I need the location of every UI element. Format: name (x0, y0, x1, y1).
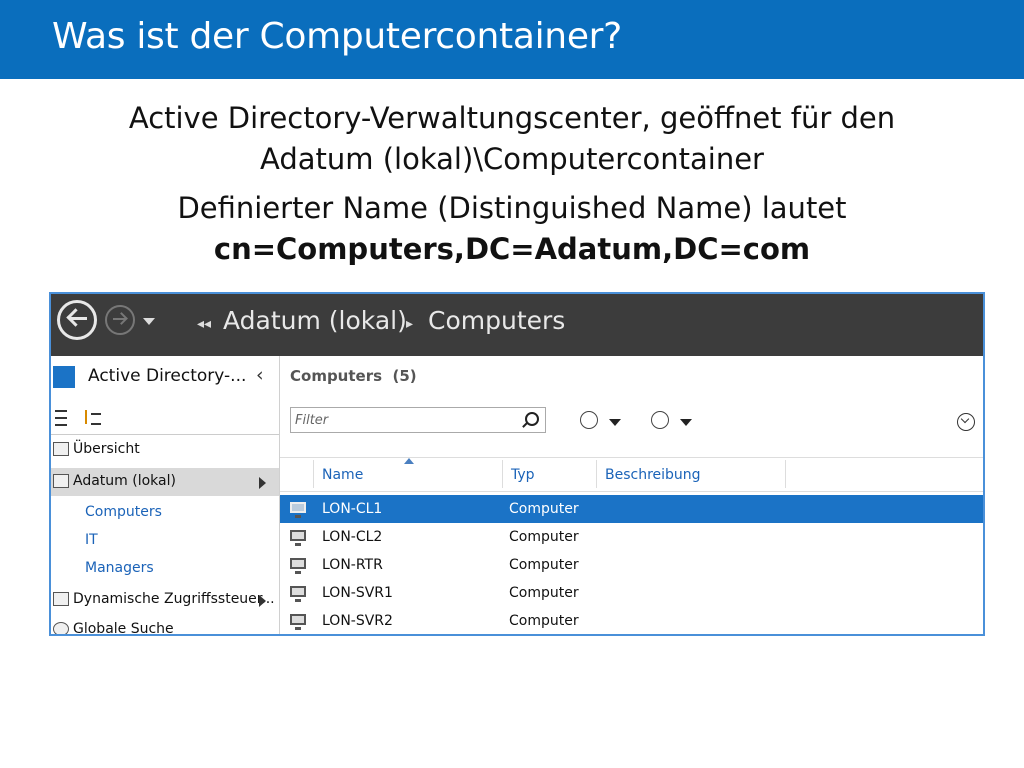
table-row[interactable]: LON-SVR2 Computer (280, 607, 983, 634)
sidebar-header-label: Active Directory-... (88, 366, 247, 386)
container-name: Computers (290, 367, 383, 385)
filter-input[interactable]: Filter (290, 407, 546, 433)
computer-icon (290, 614, 306, 630)
filter-placeholder: Filter (295, 413, 329, 428)
folder-icon (53, 592, 69, 606)
content-pane: Computers (5) Filter Name Typ Beschreibu… (280, 356, 983, 634)
table-row[interactable]: LON-CL1 Computer (280, 495, 983, 523)
computer-icon (290, 530, 306, 546)
computer-icon (290, 502, 306, 518)
chevron-down-icon[interactable] (680, 419, 692, 426)
bullet-1-line-2: Adatum (lokal)\Computercontainer (260, 142, 764, 176)
save-query-icon[interactable] (651, 411, 669, 429)
column-separator (785, 460, 786, 488)
breadcrumb-separator-icon: ▸ (406, 316, 414, 332)
container-count: (5) (392, 367, 417, 385)
sidebar-item-adatum[interactable]: Adatum (lokal) (51, 468, 279, 496)
computer-icon (290, 586, 306, 602)
sidebar-header[interactable]: Active Directory-... ‹ (51, 364, 279, 394)
slide-title: Was ist der Computercontainer? (52, 16, 622, 57)
container-heading: Computers (5) (290, 367, 417, 385)
bullet-1-line-1: Active Directory-Verwaltungscenter, geöf… (128, 101, 896, 135)
row-name: LON-CL1 (322, 501, 383, 517)
list-view-icon[interactable] (55, 410, 67, 426)
row-type: Computer (509, 529, 579, 545)
user-icon (53, 366, 75, 388)
row-name: LON-SVR2 (322, 613, 393, 629)
forward-arrow-icon[interactable] (105, 305, 135, 335)
sidebar-subitem-managers[interactable]: Managers (85, 560, 154, 576)
row-type: Computer (509, 585, 579, 601)
breadcrumb-adatum[interactable]: Adatum (lokal) (223, 306, 407, 335)
sidebar-view-toggle (51, 406, 279, 435)
table-row[interactable]: LON-CL2 Computer (280, 523, 983, 551)
column-header-name[interactable]: Name (322, 467, 363, 483)
tree-view-icon[interactable] (85, 410, 101, 425)
table-row[interactable]: LON-SVR1 Computer (280, 579, 983, 607)
sidebar-subitem-it[interactable]: IT (85, 532, 98, 548)
breadcrumb-back-icon[interactable]: ◂◂ (197, 316, 211, 332)
row-name: LON-CL2 (322, 529, 383, 545)
column-separator (502, 460, 503, 488)
slide-body: Active Directory-Verwaltungscenter, geöf… (0, 98, 1024, 270)
sort-ascending-icon (404, 458, 414, 464)
column-header-description[interactable]: Beschreibung (605, 467, 701, 483)
sidebar-item-label: Dynamische Zugriffssteuer... (73, 591, 275, 607)
row-name: LON-SVR1 (322, 585, 393, 601)
overview-icon (53, 442, 69, 456)
column-separator (313, 460, 314, 488)
sidebar-item-global-search[interactable]: Globale Suche (51, 616, 279, 636)
expand-icon[interactable] (957, 413, 975, 431)
chevron-down-icon[interactable] (609, 419, 621, 426)
sidebar-subitem-computers[interactable]: Computers (85, 504, 162, 520)
bullet-2-line-2: cn=Computers,DC=Adatum,DC=com (213, 232, 811, 266)
column-header-row: Name Typ Beschreibung (280, 457, 983, 492)
table-row[interactable]: LON-RTR Computer (280, 551, 983, 579)
computer-icon (290, 558, 306, 574)
list-options-icon[interactable] (580, 411, 598, 429)
domain-icon (53, 474, 69, 488)
breadcrumb-computers[interactable]: Computers (428, 306, 565, 335)
navigation-pane: Active Directory-... ‹ Übersicht Adatum … (51, 356, 280, 634)
slide-title-bar: Was ist der Computercontainer? (0, 0, 1024, 79)
history-dropdown-icon[interactable] (143, 318, 155, 325)
column-header-type[interactable]: Typ (511, 467, 535, 483)
sidebar-item-label: Globale Suche (73, 621, 174, 636)
row-type: Computer (509, 557, 579, 573)
back-arrow-icon[interactable] (57, 300, 97, 340)
row-name: LON-RTR (322, 557, 383, 573)
sidebar-item-overview[interactable]: Übersicht (51, 436, 279, 464)
sidebar-item-label: Adatum (lokal) (73, 473, 176, 489)
search-icon (53, 622, 69, 634)
column-separator (596, 460, 597, 488)
expand-arrow-icon[interactable] (259, 477, 266, 489)
bullet-2-line-1: Definierter Name (Distinguished Name) la… (177, 191, 847, 225)
collapse-chevron-icon[interactable]: ‹ (256, 364, 264, 386)
adac-screenshot: ◂◂ Adatum (lokal) ▸ Computers Active Dir… (49, 292, 985, 636)
row-type: Computer (509, 501, 579, 517)
search-icon[interactable] (525, 412, 539, 426)
expand-arrow-icon[interactable] (259, 595, 266, 607)
sidebar-item-dynamic-access[interactable]: Dynamische Zugriffssteuer... (51, 586, 279, 614)
navigation-bar: ◂◂ Adatum (lokal) ▸ Computers (51, 294, 983, 356)
row-type: Computer (509, 613, 579, 629)
sidebar-item-label: Übersicht (73, 441, 140, 457)
